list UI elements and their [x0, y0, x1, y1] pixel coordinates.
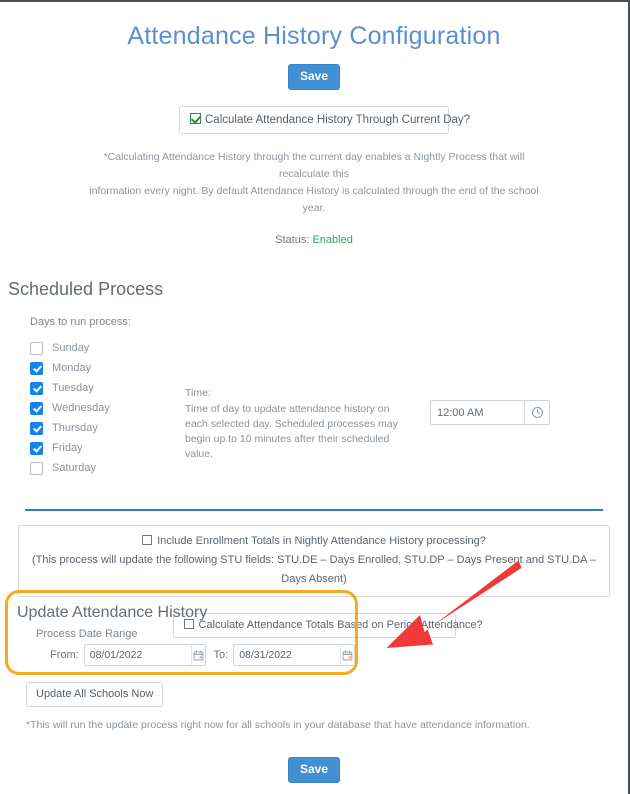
status-badge: Enabled [312, 234, 353, 246]
day-label-saturday: Saturday [52, 462, 97, 474]
from-label: From: [50, 649, 79, 661]
update-all-footnote: *This will run the update process right … [26, 719, 530, 731]
day-row-thursday[interactable]: Thursday [30, 418, 185, 438]
time-input[interactable] [430, 400, 524, 425]
day-row-saturday[interactable]: Saturday [30, 458, 185, 478]
from-date-input[interactable] [84, 645, 191, 665]
enrollment-checkbox-label: Include Enrollment Totals in Nightly Att… [157, 535, 486, 547]
description-line-2: information every night. By default Atte… [89, 185, 539, 214]
day-row-sunday[interactable]: Sunday [30, 338, 185, 358]
description-line-1: *Calculating Attendance History through … [103, 151, 525, 180]
scheduled-process-section: Scheduled Process Days to run process: S… [0, 279, 628, 478]
checkbox-include-enrollment-totals[interactable] [142, 535, 153, 545]
checkbox-friday[interactable] [30, 441, 43, 455]
day-label-sunday: Sunday [52, 342, 90, 354]
from-date-field[interactable] [83, 644, 206, 666]
status-line: Status: Enabled [0, 234, 628, 246]
day-label-thursday: Thursday [52, 422, 98, 434]
date-range-row: From: To: [8, 644, 355, 666]
section-divider [25, 509, 603, 511]
to-date-input[interactable] [234, 645, 341, 665]
day-label-monday: Monday [52, 362, 92, 374]
save-button-bottom[interactable]: Save [287, 757, 341, 783]
update-attendance-history-heading: Update Attendance History [17, 604, 208, 621]
update-all-schools-button[interactable]: Update All Schools Now [26, 682, 164, 707]
top-save-row: Save [0, 64, 628, 90]
enrollment-note: (This process will update the following … [31, 554, 597, 585]
schedule-columns: Sunday Monday Tuesday Wednesday Thursday [0, 338, 628, 478]
days-checkbox-list: Sunday Monday Tuesday Wednesday Thursday [0, 338, 185, 478]
update-all-schools-wrap: Update All Schools Now [26, 682, 164, 707]
day-row-monday[interactable]: Monday [30, 358, 185, 378]
time-settings-column: Time: Time of day to update attendance h… [185, 338, 550, 462]
save-button-top[interactable]: Save [287, 64, 341, 90]
process-date-range-label: Process Date Range [36, 628, 138, 640]
scheduled-process-heading: Scheduled Process [8, 279, 164, 299]
checkbox-sunday[interactable] [30, 341, 43, 355]
enrollment-totals-box: Include Enrollment Totals in Nightly Att… [18, 525, 610, 597]
page-title: Attendance History Configuration [127, 22, 501, 50]
calculate-current-day-label: Calculate Attendance History Through Cur… [205, 114, 471, 126]
day-label-tuesday: Tuesday [52, 382, 94, 394]
from-calendar-icon[interactable] [190, 645, 205, 665]
day-label-friday: Friday [52, 442, 83, 454]
to-date-field[interactable] [233, 644, 355, 666]
checkbox-wednesday[interactable] [30, 401, 43, 415]
update-attendance-history-section: Update Attendance History Process Date R… [5, 590, 358, 675]
enrollment-checkbox-row[interactable]: Include Enrollment Totals in Nightly Att… [27, 532, 601, 551]
time-help-text: Time: Time of day to update attendance h… [185, 386, 415, 462]
day-row-tuesday[interactable]: Tuesday [30, 378, 185, 398]
checkbox-saturday[interactable] [30, 461, 43, 475]
description-text: *Calculating Attendance History through … [79, 149, 549, 217]
to-calendar-icon[interactable] [340, 645, 354, 665]
green-check-icon[interactable] [190, 113, 201, 124]
time-label: Time: [185, 387, 211, 399]
time-input-group [430, 400, 550, 425]
days-to-run-label: Days to run process: [30, 316, 131, 328]
checkbox-tuesday[interactable] [30, 381, 43, 395]
calculate-current-day-box[interactable]: Calculate Attendance History Through Cur… [179, 106, 470, 134]
checkbox-thursday[interactable] [30, 421, 43, 435]
to-label: To: [213, 649, 229, 661]
day-row-friday[interactable]: Friday [30, 438, 185, 458]
day-row-wednesday[interactable]: Wednesday [30, 398, 185, 418]
status-label: Status: [275, 234, 310, 246]
attendance-history-configuration-page: Attendance History Configuration Save Ca… [0, 0, 630, 794]
clock-icon[interactable] [524, 400, 550, 425]
day-label-wednesday: Wednesday [52, 402, 110, 414]
bottom-save-row: Save [0, 757, 628, 783]
checkbox-monday[interactable] [30, 361, 43, 375]
